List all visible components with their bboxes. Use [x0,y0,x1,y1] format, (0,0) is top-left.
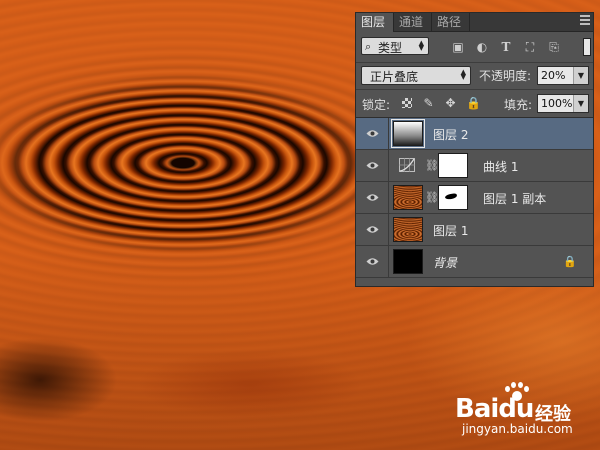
lock-label: 锁定: [362,98,391,112]
filter-row: ⌕ 类型 ▲ ▼ ▣ ◐ T ⛶ ⎘ [356,32,593,63]
lock-transparent-icon[interactable] [402,98,412,108]
lock-paint-icon[interactable]: ✎ [422,97,435,110]
visibility-eye-icon[interactable] [356,182,389,213]
layer-name: 图层 1 副本 [483,192,547,206]
layer-thumbnail [393,249,423,274]
layer-name: 曲线 1 [483,160,519,174]
layer-mask-thumbnail[interactable] [438,185,468,210]
baidu-logo-text: Baidu [455,394,534,424]
type-filter-icon[interactable]: T [499,41,513,53]
layers-panel: 图层 通道 路径 ⌕ 类型 ▲ ▼ ▣ ◐ T ⛶ ⎘ 正片叠底 ▲ ▼ 不透明度:… [355,12,594,287]
layer-list: 图层 2 ⛓ 曲线 1 ⛓ 图层 1 副本 图层 1 背景 🔒 [356,118,593,278]
layer-row-background[interactable]: 背景 🔒 [356,246,593,278]
lock-move-icon[interactable]: ✥ [444,97,457,110]
filter-toggle-switch[interactable] [583,38,591,56]
chevron-down-icon[interactable]: ▼ [573,95,588,112]
panel-menu-icon[interactable] [580,15,590,27]
layer-row-curves-1[interactable]: ⛓ 曲线 1 [356,150,593,182]
baidu-jingyan-watermark: Baidu 经验 jingyan.baidu.com [455,380,595,440]
filter-kind-select[interactable]: ⌕ 类型 ▲ ▼ [361,37,429,55]
blend-mode-value: 正片叠底 [370,70,419,84]
logo-bai: Bai [455,394,499,424]
opacity-input[interactable]: 20% ▼ [537,66,589,85]
visibility-eye-icon[interactable] [356,118,389,149]
lock-icon: 🔒 [563,255,577,268]
layer-row-layer-1-copy[interactable]: ⛓ 图层 1 副本 [356,182,593,214]
tab-layers[interactable]: 图层 [356,13,394,32]
lock-row: 锁定: ✎ ✥ 🔒 填充: 100% ▼ [356,90,593,118]
updown-arrow-icon: ▲ ▼ [418,39,424,52]
adjustment-filter-icon[interactable]: ◐ [475,41,489,53]
chevron-down-icon[interactable]: ▼ [573,67,588,84]
logo-du: du [498,394,534,424]
link-chain-icon[interactable]: ⛓ [425,191,439,204]
layer-name: 图层 1 [433,224,469,238]
smart-object-filter-icon[interactable]: ⎘ [547,41,561,53]
fill-value: 100% [541,97,573,110]
blend-mode-select[interactable]: 正片叠底 ▲ ▼ [361,66,471,85]
layer-name: 背景 [433,256,458,270]
curves-adjustment-icon [399,158,415,172]
opacity-value: 20% [541,69,566,82]
link-chain-icon[interactable]: ⛓ [425,159,439,172]
updown-arrow-icon: ▲ ▼ [460,68,466,81]
layer-mask-thumbnail[interactable] [438,153,468,178]
lock-all-icon[interactable]: 🔒 [466,97,481,110]
blend-row: 正片叠底 ▲ ▼ 不透明度: 20% ▼ [356,63,593,90]
filter-kind-label: 类型 [378,41,403,55]
watermark-url: jingyan.baidu.com [462,422,573,436]
layer-name: 图层 2 [433,128,469,142]
panel-tab-bar: 图层 通道 路径 [356,13,593,32]
fill-input[interactable]: 100% ▼ [537,94,589,113]
fill-label: 填充: [504,98,533,112]
visibility-eye-icon[interactable] [356,246,389,277]
visibility-eye-icon[interactable] [356,214,389,245]
layer-row-layer-1[interactable]: 图层 1 [356,214,593,246]
opacity-label: 不透明度: [479,69,532,83]
layer-thumbnail [393,217,423,242]
layer-thumbnail [393,185,423,210]
visibility-eye-icon[interactable] [356,150,389,181]
layer-thumbnail [391,119,425,148]
shape-filter-icon[interactable]: ⛶ [523,41,537,53]
tab-paths[interactable]: 路径 [432,13,470,31]
image-filter-icon[interactable]: ▣ [451,41,465,53]
layer-row-layer-2[interactable]: 图层 2 [356,118,593,150]
tab-channels[interactable]: 通道 [394,13,432,31]
search-icon: ⌕ [365,40,372,53]
